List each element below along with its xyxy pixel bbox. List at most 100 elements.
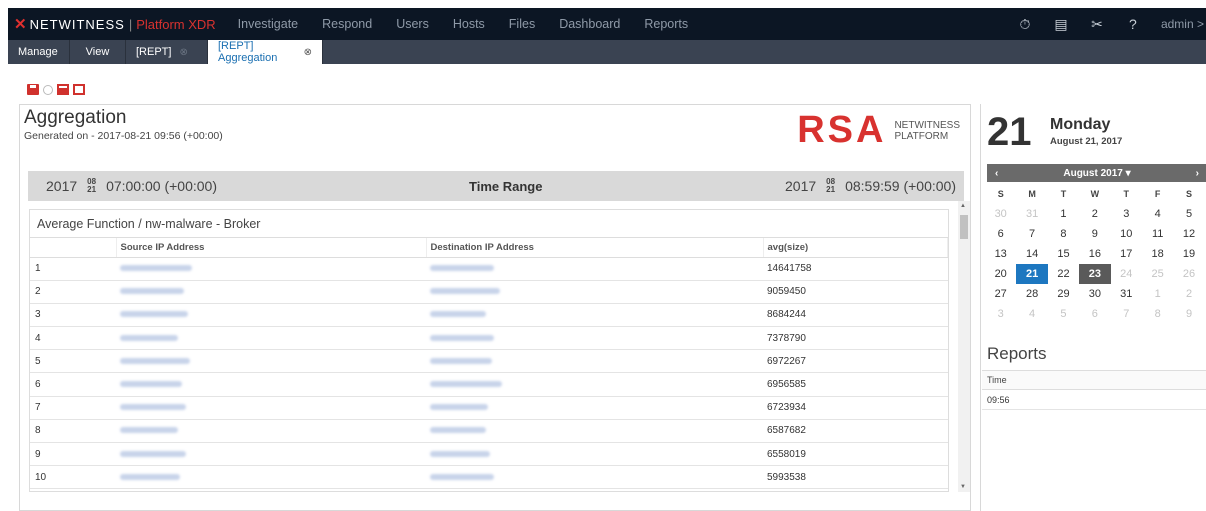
calendar-day[interactable]: 31 [1111, 288, 1142, 300]
source-ip-cell[interactable] [116, 396, 426, 420]
source-ip-cell[interactable] [116, 280, 426, 304]
calendar-day[interactable]: 22 [1048, 268, 1079, 280]
destination-ip-cell[interactable] [426, 303, 763, 328]
calendar-day[interactable]: 30 [1079, 288, 1110, 300]
nav-users[interactable]: Users [396, 17, 429, 31]
nav-respond[interactable]: Respond [322, 17, 372, 31]
reports-column-time[interactable]: Time [982, 371, 1206, 390]
calendar-day[interactable]: 5 [1048, 308, 1079, 320]
table-row[interactable]: 7 6723934 [30, 396, 948, 420]
month-selector[interactable]: August 2017 ▾ [1063, 168, 1130, 179]
table-row[interactable]: 5 6972267 [30, 349, 948, 374]
nav-hosts[interactable]: Hosts [453, 17, 485, 31]
nav-investigate[interactable]: Investigate [238, 17, 298, 31]
notes-icon[interactable]: ▤ [1043, 16, 1079, 33]
calendar-day[interactable]: 29 [1048, 288, 1079, 300]
destination-ip-cell[interactable] [426, 419, 763, 444]
calendar-day[interactable]: 3 [1111, 208, 1142, 220]
calendar-day[interactable]: 3 [985, 308, 1016, 320]
tools-icon[interactable]: ✂ [1079, 16, 1115, 33]
user-menu[interactable]: admin > [1161, 17, 1204, 31]
calendar-day[interactable]: 2 [1173, 288, 1204, 300]
col-destination-ip[interactable]: Destination IP Address [426, 238, 764, 258]
calendar-day[interactable]: 13 [985, 248, 1016, 260]
nav-reports[interactable]: Reports [644, 17, 688, 31]
calendar-day[interactable]: 9 [1079, 228, 1110, 240]
col-avg-size[interactable]: avg(size) [763, 238, 948, 258]
calendar-day[interactable]: 20 [985, 268, 1016, 280]
calendar-day[interactable]: 16 [1079, 248, 1110, 260]
source-ip-cell[interactable] [116, 303, 426, 328]
calendar-day[interactable]: 5 [1173, 208, 1204, 220]
calendar-day[interactable]: 1 [1142, 288, 1173, 300]
calendar-day[interactable]: 1 [1048, 208, 1079, 220]
grid-scrollbar[interactable]: ▲ ▼ [958, 201, 970, 492]
reports-row[interactable]: 09:56 [982, 390, 1206, 410]
calendar-day[interactable]: 15 [1048, 248, 1079, 260]
tab-manage[interactable]: Manage [8, 40, 70, 64]
calendar-day[interactable]: 24 [1111, 268, 1142, 280]
calendar-day[interactable]: 6 [985, 228, 1016, 240]
timer-icon[interactable]: ⏱ [1007, 16, 1043, 33]
scrollbar-thumb[interactable] [960, 215, 968, 239]
calendar-day[interactable]: 7 [1016, 228, 1047, 240]
calendar-day[interactable]: 18 [1142, 248, 1173, 260]
calendar-day[interactable]: 8 [1142, 308, 1173, 320]
destination-ip-cell[interactable] [426, 372, 763, 397]
tab-rept-aggregation[interactable]: [REPT] Aggregation ⊗ [208, 40, 323, 64]
source-ip-cell[interactable] [116, 465, 426, 490]
nav-dashboard[interactable]: Dashboard [559, 17, 620, 31]
calendar-day[interactable]: 6 [1079, 308, 1110, 320]
calendar-day[interactable]: 12 [1173, 228, 1204, 240]
calendar-day[interactable]: 23 [1079, 264, 1111, 284]
calendar-day[interactable]: 19 [1173, 248, 1204, 260]
table-row[interactable]: 9 6558019 [30, 442, 948, 467]
table-row[interactable]: 1 14641758 [30, 257, 948, 281]
calendar-day[interactable]: 14 [1016, 248, 1047, 260]
table-row[interactable]: 8 6587682 [30, 419, 948, 444]
destination-ip-cell[interactable] [426, 465, 763, 490]
calendar-day[interactable]: 2 [1079, 208, 1110, 220]
nav-files[interactable]: Files [509, 17, 535, 31]
calendar-day[interactable]: 4 [1142, 208, 1173, 220]
scroll-down-icon[interactable]: ▼ [960, 484, 966, 490]
calendar-day[interactable]: 9 [1173, 308, 1204, 320]
tab-rept[interactable]: [REPT] ⊗ [126, 40, 208, 64]
scroll-up-icon[interactable]: ▲ [960, 203, 966, 209]
fullscreen-icon[interactable] [73, 84, 85, 95]
table-row[interactable]: 10 5993538 [30, 465, 948, 490]
close-icon[interactable]: ⊗ [304, 47, 312, 58]
calendar-day[interactable]: 4 [1016, 308, 1047, 320]
source-ip-cell[interactable] [116, 372, 426, 397]
calendar-day[interactable]: 26 [1173, 268, 1204, 280]
tab-view[interactable]: View [70, 40, 126, 64]
source-ip-cell[interactable] [116, 326, 426, 351]
calendar-day[interactable]: 8 [1048, 228, 1079, 240]
help-icon[interactable]: ? [1115, 16, 1151, 32]
calendar-day[interactable]: 17 [1111, 248, 1142, 260]
calendar-day[interactable]: 21 [1016, 264, 1048, 284]
destination-ip-cell[interactable] [426, 442, 763, 467]
destination-ip-cell[interactable] [426, 257, 763, 281]
destination-ip-cell[interactable] [426, 326, 763, 351]
calendar-day[interactable]: 25 [1142, 268, 1173, 280]
calendar-day[interactable]: 30 [985, 208, 1016, 220]
calendar-day[interactable]: 27 [985, 288, 1016, 300]
source-ip-cell[interactable] [116, 419, 426, 444]
status-icon[interactable] [43, 84, 53, 95]
calendar-day[interactable]: 10 [1111, 228, 1142, 240]
destination-ip-cell[interactable] [426, 349, 763, 374]
table-row[interactable]: 2 9059450 [30, 280, 948, 304]
destination-ip-cell[interactable] [426, 280, 763, 304]
brand-logo[interactable]: ✕ NETWITNESS | Platform XDR [8, 8, 216, 40]
calendar-day[interactable]: 28 [1016, 288, 1047, 300]
source-ip-cell[interactable] [116, 349, 426, 374]
calendar-day[interactable]: 31 [1016, 208, 1047, 220]
table-row[interactable]: 6 6956585 [30, 372, 948, 397]
col-source-ip[interactable]: Source IP Address [116, 238, 427, 258]
destination-ip-cell[interactable] [426, 396, 763, 420]
table-row[interactable]: 3 8684244 [30, 303, 948, 328]
save-icon[interactable] [27, 84, 39, 95]
close-icon[interactable]: ⊗ [179, 47, 187, 58]
calendar-day[interactable]: 7 [1111, 308, 1142, 320]
